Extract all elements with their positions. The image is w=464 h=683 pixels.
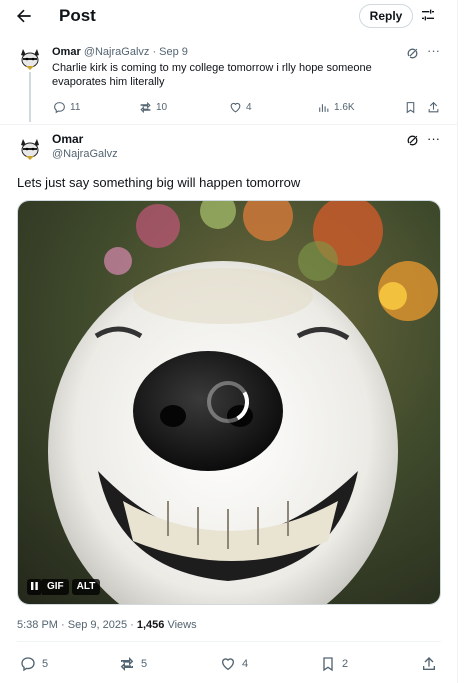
repost-count: 10 [156,102,168,113]
divider [0,124,458,125]
repost-icon [120,657,134,671]
author-handle[interactable]: @NajraGalvz [84,46,150,58]
loading-spinner-icon [207,381,249,423]
author-name[interactable]: Omar [52,132,83,146]
arrow-left-icon[interactable] [14,6,34,26]
repost-icon [140,101,151,114]
pause-icon [31,582,38,590]
repost-count: 5 [141,658,148,670]
heart-icon [221,658,235,671]
avatar[interactable] [17,45,43,71]
more-options-icon[interactable]: ··· [427,132,440,145]
gif-media[interactable] [17,200,441,605]
grok-icon[interactable] [406,47,419,60]
author-name[interactable]: Omar [52,46,81,58]
reply-count: 11 [70,102,81,113]
media-badges: GIF ALT [27,579,103,595]
views-count: 1.6K [334,102,355,113]
grok-icon[interactable] [406,134,419,147]
reply-action[interactable]: 5 [20,656,48,672]
page-title: Post [59,6,96,25]
bookmark-count: 2 [342,658,349,670]
repost-action[interactable]: 10 [139,101,167,114]
tweet-date[interactable]: · Sep 9 [152,46,187,58]
views-count: 1,456 [136,619,165,631]
views-action[interactable]: 1.6K [317,101,355,114]
main-tweet-text: Lets just say something big will happen … [17,175,301,190]
bookmark-icon [323,657,333,672]
sliders-icon[interactable] [420,7,436,23]
divider [17,641,441,642]
like-count: 4 [242,658,249,670]
more-options-icon[interactable]: ··· [427,44,440,57]
like-count: 4 [246,102,252,113]
alt-text-badge[interactable]: ALT [71,579,101,595]
gif-badge: GIF [42,579,69,595]
bookmark-action[interactable]: 2 [320,656,348,672]
heart-icon [230,102,241,113]
reply-action[interactable]: 11 [53,101,80,114]
avatar[interactable] [17,135,43,161]
like-action[interactable]: 4 [229,101,252,114]
post-detail-panel: Post Reply Omar @NajraGalvz · Sep 9 ··· … [0,0,458,683]
pause-button[interactable] [27,579,42,595]
like-action[interactable]: 4 [220,656,248,672]
post-header: Post Reply [0,0,458,32]
reply-icon [21,657,35,672]
reply-button[interactable]: Reply [359,4,413,28]
bookmark-icon[interactable] [404,101,417,114]
repost-action[interactable]: 5 [119,656,147,672]
author-handle[interactable]: @NajraGalvz [52,148,118,160]
thread-connector-line [29,72,31,122]
parent-author[interactable]: Omar @NajraGalvz · Sep 9 [52,46,188,58]
share-icon[interactable] [427,101,440,114]
share-icon[interactable] [421,656,437,672]
reply-count: 5 [42,658,49,670]
tweet-timestamp[interactable]: 5:38 PM · Sep 9, 2025 · [17,619,137,631]
tweet-metadata: 5:38 PM · Sep 9, 2025 · 1,456 Views [17,619,197,631]
views-label: Views [164,619,197,631]
parent-tweet-text: Charlie kirk is coming to my college tom… [52,62,372,88]
analytics-icon [319,104,329,112]
reply-icon [54,102,65,114]
